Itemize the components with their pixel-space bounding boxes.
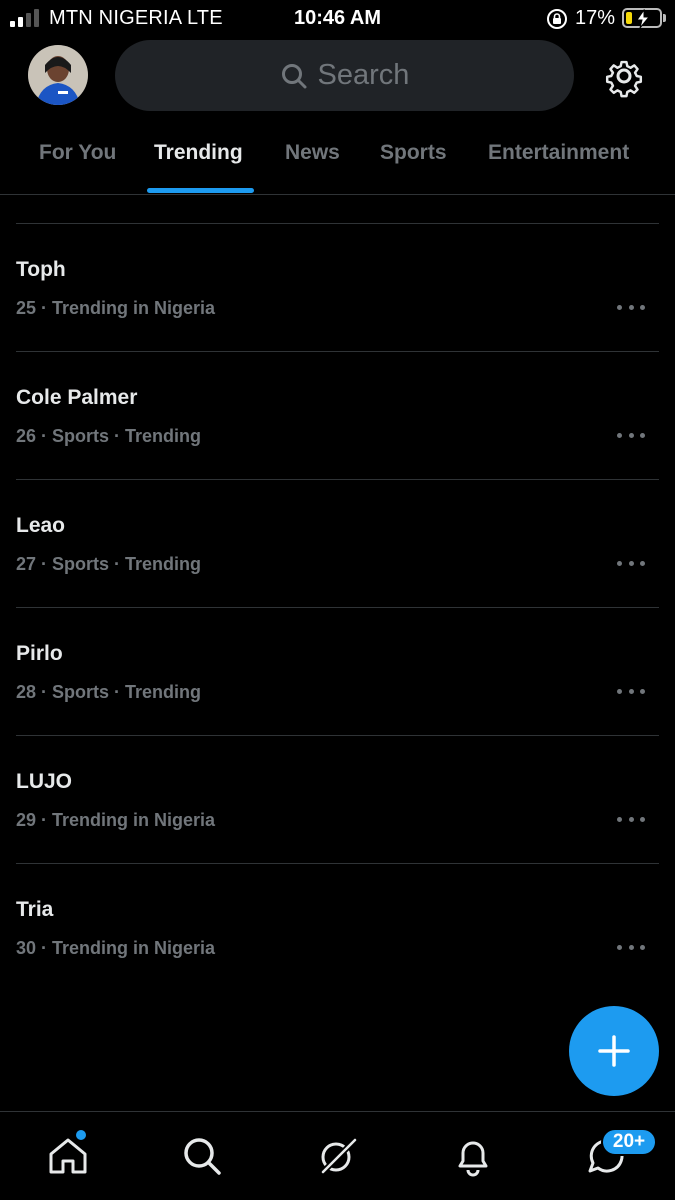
- tab-sports[interactable]: Sports: [380, 141, 447, 165]
- trend-meta: 28 · Sports · Trending: [16, 682, 202, 702]
- nav-grok[interactable]: [315, 1134, 359, 1178]
- trend-meta: 25 · Trending in Nigeria: [16, 298, 216, 318]
- trend-meta: 27 · Sports · Trending: [16, 554, 202, 574]
- nav-home[interactable]: [46, 1134, 90, 1178]
- status-time: 10:46 AM: [293, 7, 382, 29]
- search-input[interactable]: Search: [115, 40, 574, 111]
- plus-icon: [598, 1035, 630, 1067]
- compose-button[interactable]: [569, 1006, 659, 1096]
- notifications-bell-icon: [458, 1141, 488, 1177]
- settings-gear-icon[interactable]: [602, 54, 646, 98]
- more-options-icon[interactable]: [617, 686, 645, 696]
- trend-title: LUJO: [16, 770, 73, 793]
- trend-meta: 29 · Trending in Nigeria: [16, 810, 216, 830]
- trend-title: Leao: [16, 514, 66, 537]
- search-icon: [281, 63, 307, 88]
- more-options-icon[interactable]: [617, 814, 645, 824]
- tab-for-you[interactable]: For You: [39, 141, 116, 165]
- more-options-icon[interactable]: [617, 302, 645, 312]
- trend-title: Pirlo: [16, 642, 63, 665]
- nav-explore[interactable]: [180, 1134, 224, 1178]
- battery-charging-icon: [622, 8, 662, 29]
- trend-title: Tria: [16, 898, 54, 921]
- bottom-nav: 20+: [0, 1111, 675, 1200]
- tab-news[interactable]: News: [285, 141, 340, 165]
- more-options-icon[interactable]: [617, 558, 645, 568]
- trend-item[interactable]: Toph 25 · Trending in Nigeria: [16, 224, 659, 352]
- new-content-dot: [76, 1130, 86, 1140]
- active-tab-indicator: [147, 188, 254, 193]
- grok-icon: [320, 1137, 358, 1175]
- more-options-icon[interactable]: [617, 942, 645, 952]
- messages-badge: 20+: [601, 1128, 657, 1156]
- trend-item[interactable]: Tria 30 · Trending in Nigeria: [16, 864, 659, 992]
- more-options-icon[interactable]: [617, 430, 645, 440]
- battery-tip: [663, 14, 666, 22]
- home-icon: [49, 1138, 87, 1174]
- avatar[interactable]: [28, 45, 88, 105]
- search-icon: [184, 1138, 221, 1175]
- nav-notifications[interactable]: [451, 1134, 495, 1178]
- trend-title: Toph: [16, 258, 66, 281]
- trend-title: Cole Palmer: [16, 386, 138, 409]
- search-placeholder: Search: [317, 59, 410, 91]
- trend-list: Toph 25 · Trending in Nigeria Cole Palme…: [16, 223, 659, 992]
- trend-item[interactable]: Cole Palmer 26 · Sports · Trending: [16, 352, 659, 480]
- tab-bar: For You Trending News Sports Entertainme…: [0, 128, 675, 195]
- rotation-lock-icon: [547, 9, 567, 29]
- trend-meta: 26 · Sports · Trending: [16, 426, 202, 446]
- trend-item[interactable]: Leao 27 · Sports · Trending: [16, 480, 659, 608]
- tab-entertainment[interactable]: Entertainment: [488, 141, 629, 165]
- trend-meta: 30 · Trending in Nigeria: [16, 938, 216, 958]
- trend-item[interactable]: LUJO 29 · Trending in Nigeria: [16, 736, 659, 864]
- battery-percent: 17%: [575, 7, 616, 29]
- status-bar: MTN NIGERIA LTE 10:46 AM 17%: [0, 0, 675, 38]
- tab-trending[interactable]: Trending: [154, 141, 243, 165]
- trend-item[interactable]: Pirlo 28 · Sports · Trending: [16, 608, 659, 736]
